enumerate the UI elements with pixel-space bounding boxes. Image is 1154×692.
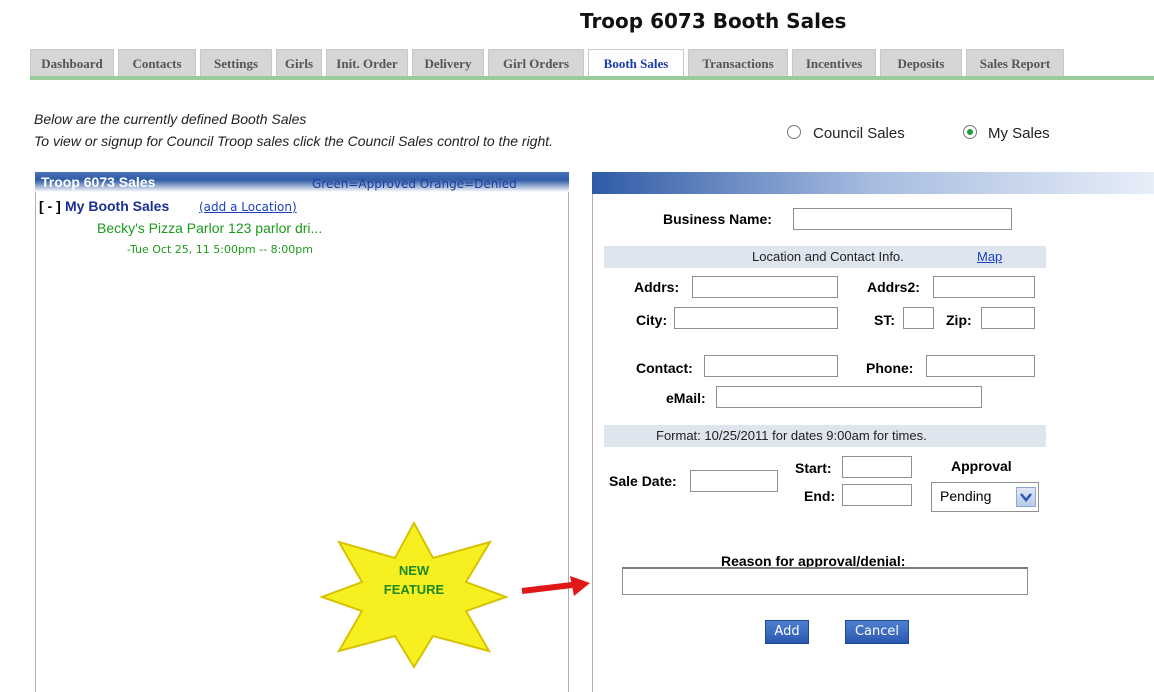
addrs2-input[interactable] (933, 276, 1035, 298)
booth-sale-form-header (592, 172, 1154, 194)
sale-date-input[interactable] (690, 470, 778, 492)
end-time-label: End: (804, 488, 836, 504)
email-label: eMail: (666, 390, 706, 406)
contact-label: Contact: (636, 360, 693, 376)
tree-collapse-toggle[interactable]: [ - ] (39, 198, 61, 214)
intro-line-1: Below are the currently defined Booth Sa… (34, 111, 307, 127)
council-sales-label[interactable]: Council Sales (813, 125, 905, 142)
new-feature-label: NEW FEATURE (318, 561, 510, 599)
arrow-right-icon (521, 576, 590, 596)
tab-sales-report[interactable]: Sales Report (966, 49, 1064, 76)
add-location-link[interactable]: (add a Location) (199, 200, 297, 214)
intro-line-2: To view or signup for Council Troop sale… (34, 133, 554, 149)
start-time-input[interactable] (842, 456, 912, 478)
start-time-label: Start: (795, 460, 832, 476)
booth-sale-time[interactable]: -Tue Oct 25, 11 5:00pm -- 8:00pm (127, 243, 313, 256)
zip-label: Zip: (946, 312, 972, 328)
city-input[interactable] (674, 307, 838, 329)
tab-deposits[interactable]: Deposits (880, 49, 962, 76)
tab-bar-underline (30, 76, 1154, 80)
my-sales-label[interactable]: My Sales (988, 125, 1050, 142)
state-input[interactable] (903, 307, 934, 329)
booth-sale-location[interactable]: Becky's Pizza Parlor 123 parlor dri... (97, 220, 322, 236)
approval-label: Approval (951, 458, 1012, 474)
tab-contacts[interactable]: Contacts (118, 49, 196, 76)
new-feature-line-1: NEW (398, 563, 430, 578)
tab-girl-orders[interactable]: Girl Orders (488, 49, 584, 76)
phone-input[interactable] (926, 355, 1035, 377)
my-sales-radio[interactable] (963, 125, 977, 139)
tab-dashboard[interactable]: Dashboard (30, 49, 114, 76)
zip-input[interactable] (981, 307, 1035, 329)
page-title: Troop 6073 Booth Sales (580, 9, 847, 33)
location-contact-section: Location and Contact Info. Map (604, 246, 1046, 268)
city-label: City: (636, 312, 668, 328)
council-sales-radio[interactable] (787, 125, 801, 139)
chevron-down-icon[interactable] (1016, 487, 1036, 507)
sale-date-label: Sale Date: (609, 473, 677, 489)
addrs-label: Addrs: (634, 279, 680, 295)
business-name-input[interactable] (793, 208, 1012, 230)
approval-selected-value: Pending (940, 488, 992, 504)
contact-input[interactable] (704, 355, 838, 377)
tab-transactions[interactable]: Transactions (688, 49, 788, 76)
tab-incentives[interactable]: Incentives (792, 49, 876, 76)
add-button[interactable]: Add (765, 620, 809, 644)
tab-bar: Dashboard Contacts Settings Girls Init. … (30, 49, 1154, 77)
location-contact-heading: Location and Contact Info. (752, 249, 904, 264)
tab-booth-sales[interactable]: Booth Sales (588, 49, 684, 77)
approval-select[interactable]: Pending (931, 482, 1039, 512)
email-input[interactable] (716, 386, 982, 408)
end-time-input[interactable] (842, 484, 912, 506)
tab-init-order[interactable]: Init. Order (326, 49, 408, 76)
format-note-section: Format: 10/25/2011 for dates 9:00am for … (604, 425, 1046, 447)
reason-input[interactable] (622, 567, 1028, 595)
addrs2-label: Addrs2: (867, 279, 920, 295)
tab-settings[interactable]: Settings (200, 49, 272, 76)
new-feature-line-2: FEATURE (383, 582, 445, 597)
cancel-button[interactable]: Cancel (845, 620, 909, 644)
my-booth-sales-node[interactable]: My Booth Sales (65, 198, 169, 214)
map-link[interactable]: Map (977, 246, 1002, 268)
phone-label: Phone: (866, 360, 914, 376)
business-name-label: Business Name: (663, 211, 772, 227)
tab-delivery[interactable]: Delivery (412, 49, 484, 76)
status-legend: Green=Approved Orange=Denied (312, 177, 517, 191)
format-note: Format: 10/25/2011 for dates 9:00am for … (656, 428, 927, 443)
addrs-input[interactable] (692, 276, 838, 298)
radio-selected-dot (967, 129, 973, 135)
st-label: ST: (874, 312, 895, 328)
tab-girls[interactable]: Girls (276, 49, 322, 76)
troop-sales-title: Troop 6073 Sales (41, 174, 156, 190)
